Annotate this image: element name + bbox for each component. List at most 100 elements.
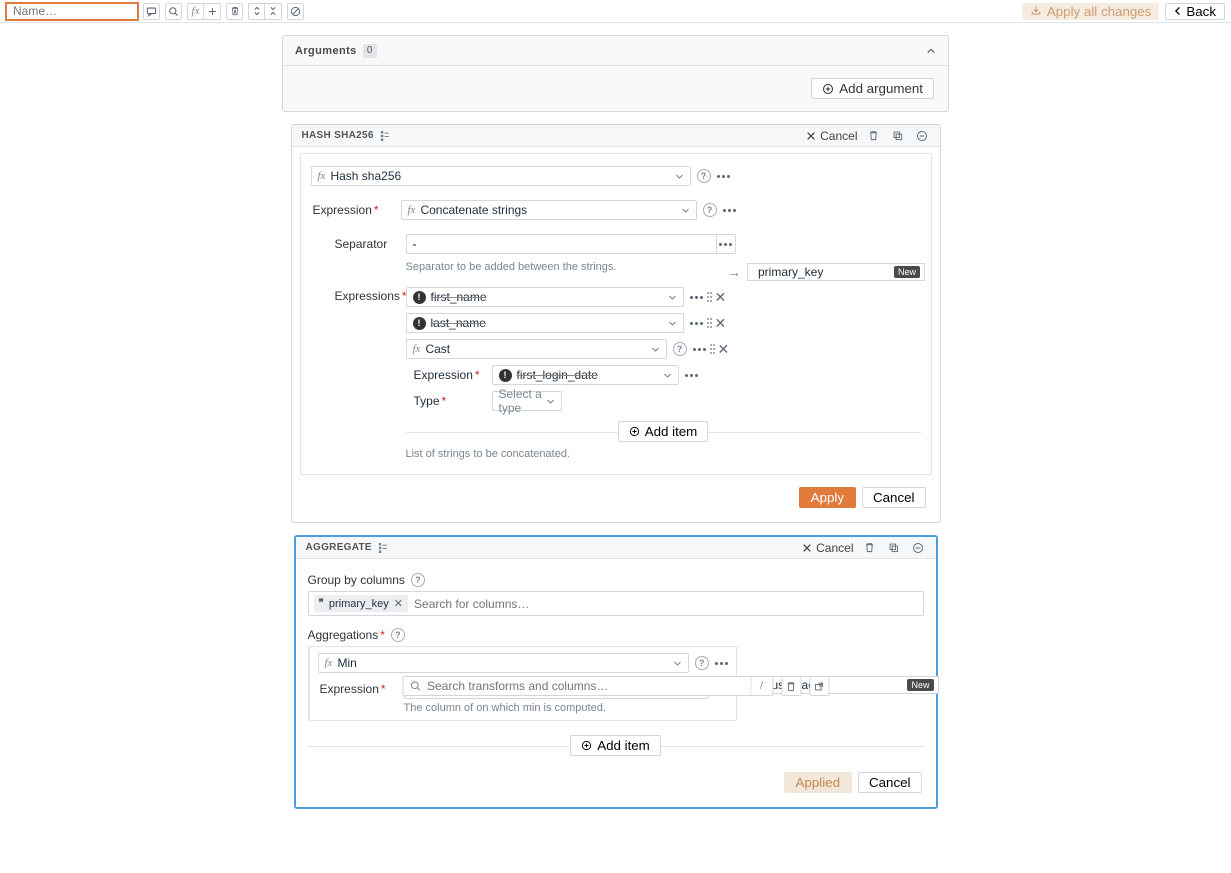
aggregate-card: AGGREGATE Cancel bbox=[294, 535, 938, 809]
help-icon[interactable]: ? bbox=[411, 573, 425, 587]
remove-item-icon[interactable]: ✕ bbox=[718, 342, 730, 356]
quote-icon: ❞ bbox=[319, 598, 324, 609]
delete-icon[interactable] bbox=[781, 676, 801, 696]
chevron-down-icon bbox=[546, 398, 555, 405]
schema-icon[interactable] bbox=[380, 130, 390, 142]
add-argument-button[interactable]: Add argument bbox=[811, 78, 934, 99]
list-hint: List of strings to be concatenated. bbox=[406, 448, 921, 460]
more-icon[interactable] bbox=[690, 322, 703, 325]
plus-circle-icon bbox=[629, 426, 640, 437]
hash-output[interactable]: primary_key New bbox=[747, 263, 925, 281]
chevron-down-icon bbox=[673, 660, 682, 667]
cancel-button[interactable]: Cancel bbox=[858, 772, 922, 793]
disable-icon[interactable] bbox=[914, 128, 930, 144]
min-fn-select[interactable]: fx Min bbox=[318, 653, 689, 673]
help-icon[interactable]: ? bbox=[695, 656, 709, 670]
column-icon: ! bbox=[413, 317, 426, 330]
cast-type-select[interactable]: Select a type bbox=[492, 391, 562, 411]
plus-icon[interactable] bbox=[204, 3, 221, 20]
groupby-chip[interactable]: ❞ primary_key ✕ bbox=[314, 595, 409, 612]
concat-fn-select[interactable]: fx Concatenate strings bbox=[401, 200, 697, 220]
delete-icon[interactable] bbox=[226, 3, 243, 20]
groupby-input[interactable]: ❞ primary_key ✕ bbox=[308, 591, 924, 616]
apply-all-label: Apply all changes bbox=[1047, 4, 1151, 19]
search-icon[interactable] bbox=[165, 3, 182, 20]
expression-item[interactable]: ! first_name bbox=[406, 287, 684, 307]
chevron-down-icon bbox=[651, 346, 660, 353]
apply-all-button[interactable]: Apply all changes bbox=[1022, 3, 1159, 20]
help-icon[interactable]: ? bbox=[697, 169, 711, 183]
chip-remove-icon[interactable]: ✕ bbox=[394, 597, 403, 610]
drag-handle-icon[interactable] bbox=[707, 318, 709, 328]
add-item-button[interactable]: Add item bbox=[618, 421, 709, 442]
search-transforms[interactable]: / bbox=[402, 676, 773, 696]
new-badge: New bbox=[907, 679, 933, 691]
hash-fn-select[interactable]: fx Hash sha256 bbox=[311, 166, 691, 186]
popout-icon[interactable] bbox=[809, 676, 829, 696]
help-icon[interactable]: ? bbox=[703, 203, 717, 217]
cancel-button[interactable]: Cancel bbox=[862, 487, 926, 508]
column-icon: ! bbox=[413, 291, 426, 304]
collapse-icon[interactable] bbox=[265, 3, 282, 20]
close-icon bbox=[802, 543, 812, 553]
delete-icon[interactable] bbox=[866, 128, 882, 144]
delete-icon[interactable] bbox=[862, 540, 878, 556]
more-icon[interactable] bbox=[716, 234, 736, 254]
concat-fn-label: Concatenate strings bbox=[420, 203, 527, 217]
hash-output-name: primary_key bbox=[758, 265, 886, 279]
cast-fn-select[interactable]: fx Cast bbox=[406, 339, 667, 359]
more-icon[interactable] bbox=[723, 209, 736, 212]
drag-handle-icon[interactable] bbox=[710, 344, 712, 354]
more-icon[interactable] bbox=[715, 662, 728, 665]
disable-icon[interactable] bbox=[910, 540, 926, 556]
add-item-button[interactable]: Add item bbox=[570, 735, 661, 756]
agg-expression-hint: The column of on which min is computed. bbox=[404, 702, 728, 714]
back-button[interactable]: Back bbox=[1165, 3, 1225, 20]
expression-value: first_name bbox=[431, 290, 487, 304]
plus-circle-icon bbox=[581, 740, 592, 751]
cast-type-placeholder: Select a type bbox=[499, 387, 543, 415]
chevron-up-icon[interactable] bbox=[926, 47, 936, 55]
cast-expression-select[interactable]: ! first_login_date bbox=[492, 365, 679, 385]
applied-button: Applied bbox=[784, 772, 852, 793]
help-icon[interactable]: ? bbox=[391, 628, 405, 642]
more-icon[interactable] bbox=[717, 175, 730, 178]
cast-type-label: Type* bbox=[406, 394, 492, 408]
duplicate-icon[interactable] bbox=[890, 128, 906, 144]
disable-icon[interactable] bbox=[287, 3, 304, 20]
add-item-label: Add item bbox=[645, 424, 698, 439]
hash-cancel-link[interactable]: Cancel bbox=[806, 129, 857, 143]
aggregate-cancel-link[interactable]: Cancel bbox=[802, 541, 853, 555]
more-icon[interactable] bbox=[685, 374, 698, 377]
separator-label: Separator bbox=[311, 237, 406, 251]
apply-button[interactable]: Apply bbox=[799, 487, 856, 508]
expand-icon[interactable] bbox=[248, 3, 265, 20]
separator-input[interactable] bbox=[406, 234, 716, 254]
hash-cancel-label: Cancel bbox=[820, 129, 857, 143]
remove-item-icon[interactable]: ✕ bbox=[715, 290, 727, 304]
chevron-left-icon bbox=[1174, 6, 1182, 16]
expression-item[interactable]: ! last_name bbox=[406, 313, 684, 333]
search-transforms-input[interactable] bbox=[427, 679, 750, 693]
groupby-search[interactable] bbox=[414, 597, 917, 611]
fx-icon: fx bbox=[413, 343, 421, 355]
aggregate-title: AGGREGATE bbox=[306, 542, 372, 553]
more-icon[interactable] bbox=[690, 296, 703, 299]
more-icon[interactable] bbox=[693, 348, 706, 351]
chip-label: primary_key bbox=[329, 598, 389, 610]
drag-handle-icon[interactable] bbox=[707, 292, 709, 302]
arrow-right-icon: → bbox=[727, 264, 741, 280]
bottom-bar: / bbox=[402, 676, 829, 696]
name-input[interactable] bbox=[6, 3, 138, 20]
cast-expression-label: Expression* bbox=[406, 368, 492, 382]
fx-icon[interactable]: fx bbox=[187, 3, 204, 20]
duplicate-icon[interactable] bbox=[886, 540, 902, 556]
fx-icon: fx bbox=[318, 170, 326, 182]
fx-icon: fx bbox=[325, 657, 333, 669]
help-icon[interactable]: ? bbox=[673, 342, 687, 356]
chevron-down-icon bbox=[663, 372, 672, 379]
schema-icon[interactable] bbox=[378, 542, 388, 554]
close-icon bbox=[806, 131, 816, 141]
remove-item-icon[interactable]: ✕ bbox=[715, 316, 727, 330]
comment-icon[interactable] bbox=[143, 3, 160, 20]
